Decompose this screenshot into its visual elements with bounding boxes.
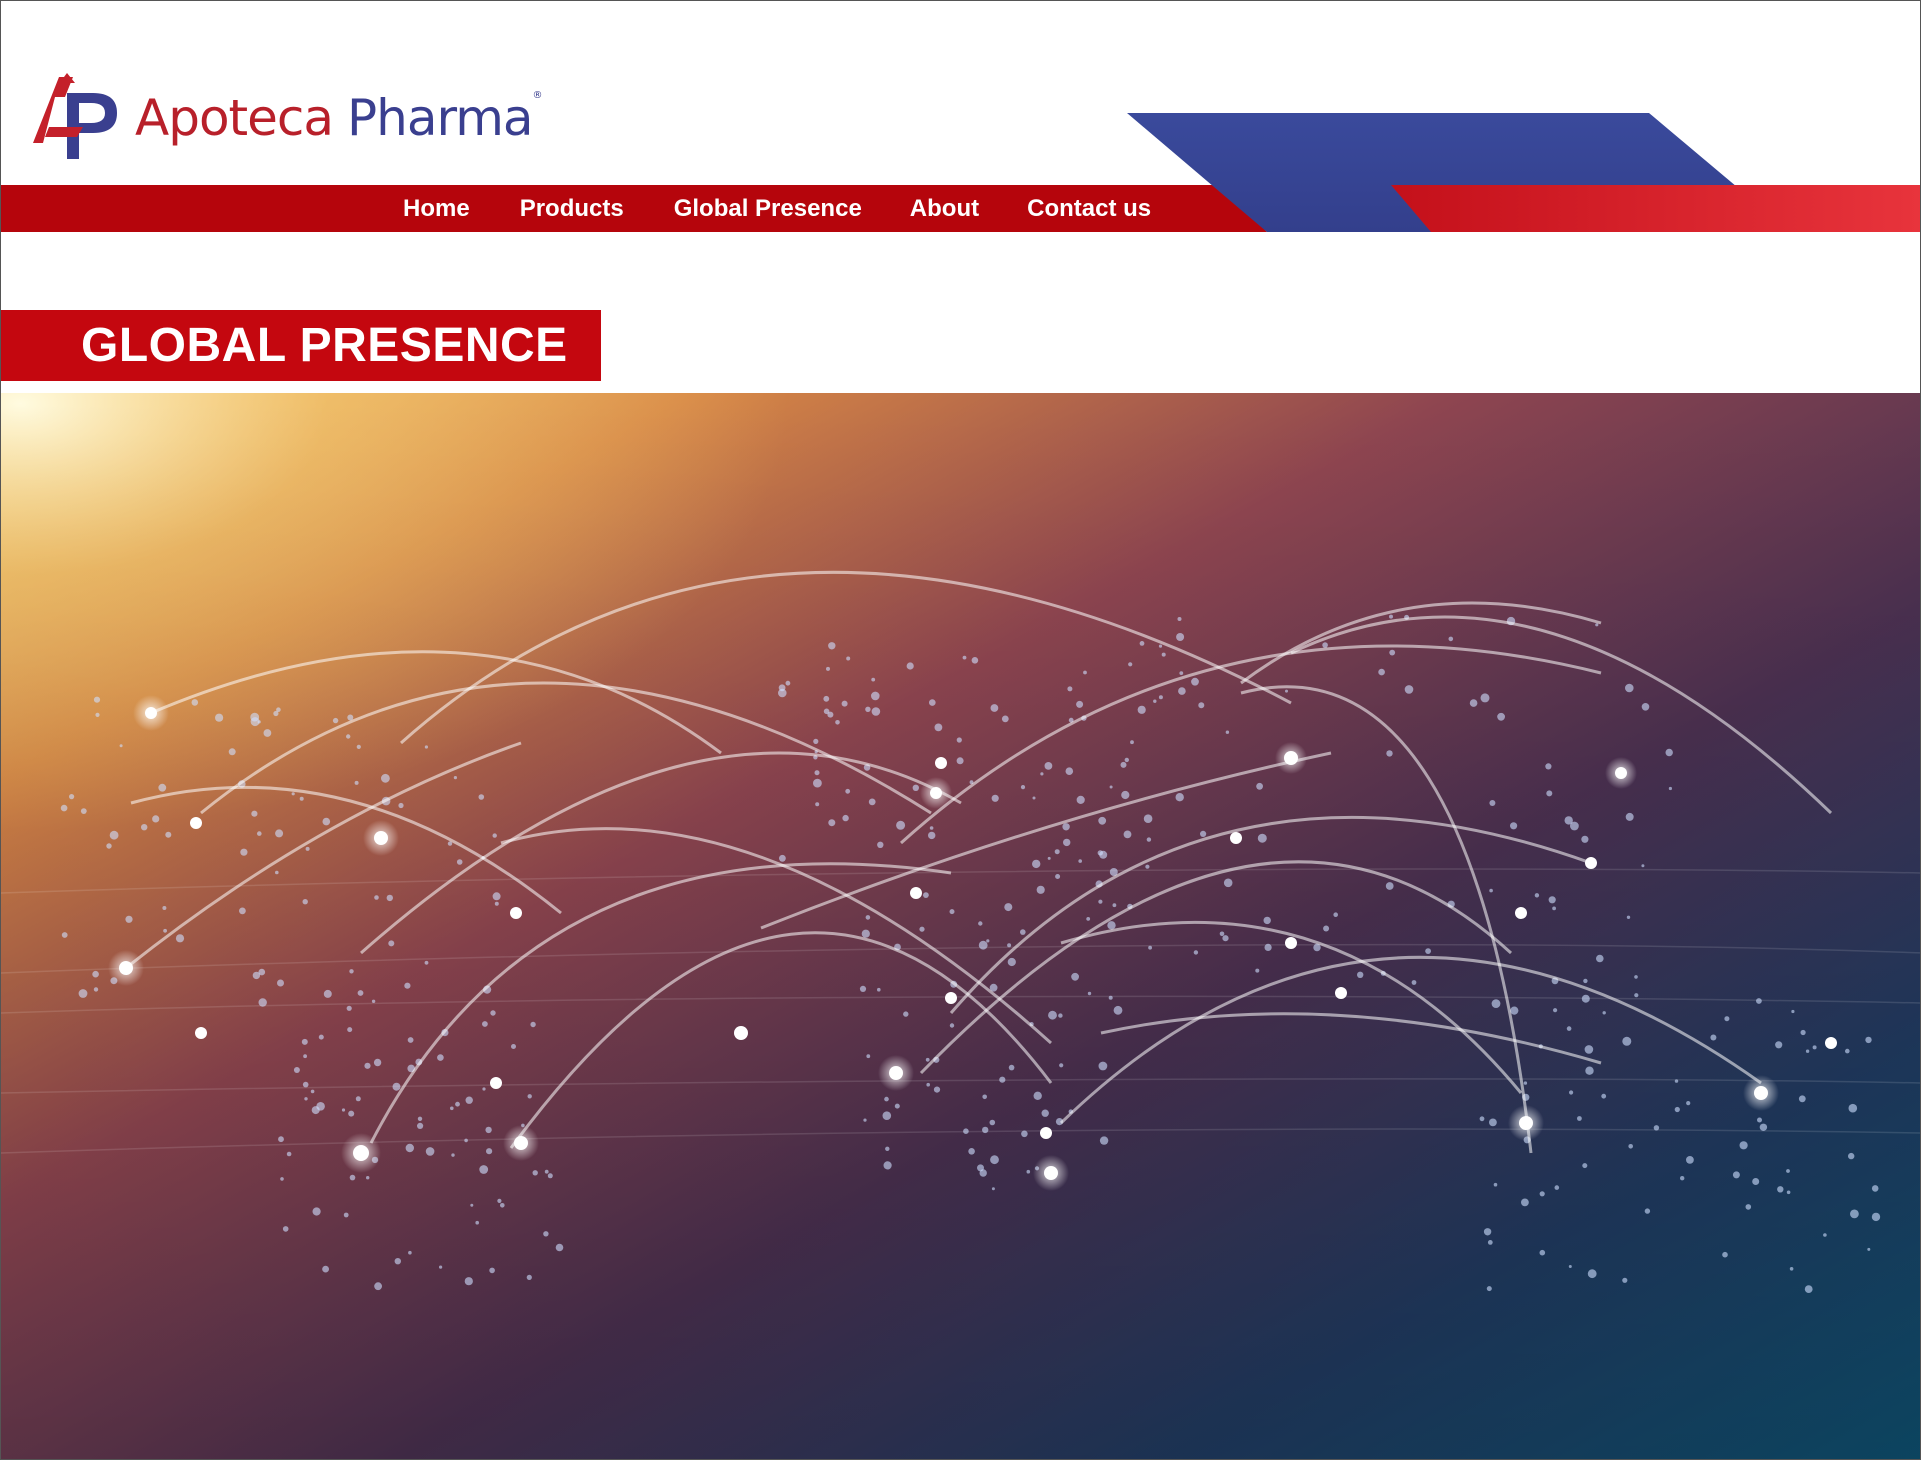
page-title: GLOBAL PRESENCE: [81, 319, 568, 372]
world-network-map: [1, 393, 1920, 1459]
nav-global-presence[interactable]: Global Presence: [674, 195, 862, 223]
nav-contact-us[interactable]: Contact us: [1027, 195, 1151, 223]
hero-world-network-image: [1, 393, 1920, 1459]
registered-mark: ®: [532, 90, 543, 101]
nav-products[interactable]: Products: [520, 195, 624, 223]
main-nav: Home Products Global Presence About Cont…: [403, 185, 1151, 232]
site-header: Apoteca Pharma® Home Products Global Pre…: [1, 1, 1920, 236]
nav-home[interactable]: Home: [403, 195, 470, 223]
nav-about[interactable]: About: [910, 195, 979, 223]
page-frame: Apoteca Pharma® Home Products Global Pre…: [0, 0, 1921, 1460]
page-title-banner: GLOBAL PRESENCE: [1, 310, 601, 381]
